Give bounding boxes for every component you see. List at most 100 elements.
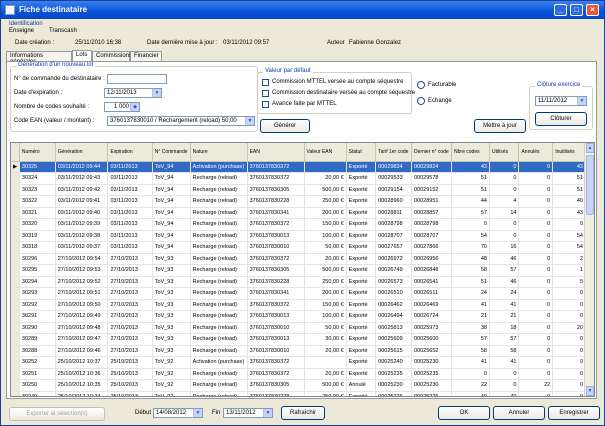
maximize-icon[interactable]: □ — [570, 4, 583, 16]
tab-informations[interactable]: Informations générales — [6, 51, 72, 65]
column-header[interactable]: Valeur EAN — [304, 143, 347, 162]
table-cell: 25/10/2013 — [107, 356, 153, 369]
column-header[interactable]: Dernier n° code — [411, 143, 453, 162]
table-row[interactable]: 30252 25/10/2012 10:37 25/10/2013 ToV_92 Act… — [11, 356, 586, 369]
table-cell: 3760137830372 — [247, 368, 305, 380]
expiration-dropdown-icon[interactable]: ▼ — [152, 89, 161, 97]
facturable-radio[interactable] — [417, 81, 425, 89]
table-row[interactable]: 30292 27/10/2012 09:50 27/10/2013 ToV_93 Rec… — [11, 299, 586, 311]
table-row[interactable]: 30290 27/10/2012 09:48 27/10/2013 ToV_93 Rec… — [11, 322, 586, 334]
table-row[interactable]: 30250 25/10/2012 10:35 25/10/2013 ToV_92 Rec… — [11, 379, 586, 392]
table-cell: 22 — [518, 379, 554, 392]
window-title: Fiche destinataire — [19, 5, 88, 14]
mettre-a-jour-button[interactable]: Mettre à jour — [474, 119, 526, 133]
table-cell: 25/10/2012 10:36 — [55, 368, 109, 380]
table-row[interactable]: 30323 03/11/2012 09:42 03/11/2013 ToV_94 Rec… — [11, 184, 586, 196]
column-header[interactable]: N° Commande — [152, 143, 191, 162]
table-cell: Recharge (reload) — [190, 172, 248, 185]
rafraichir-button[interactable]: Rafraîchir — [281, 406, 325, 420]
cloturer-button[interactable]: Clôturer — [535, 112, 587, 126]
column-header[interactable]: Numéro — [19, 143, 56, 162]
avance-checkbox[interactable] — [262, 101, 269, 108]
table-cell: Recharge (reload) — [190, 379, 248, 392]
fin-dropdown-icon[interactable]: ▼ — [263, 409, 272, 417]
identification-label: Identification — [9, 21, 43, 27]
table-row[interactable]: 30320 03/11/2012 09:39 03/11/2013 ToV_94 Rec… — [11, 218, 586, 231]
table-cell: 27/10/2012 09:52 — [55, 276, 109, 288]
table-row[interactable]: 30318 03/11/2012 09:37 03/11/2013 ToV_94 Rec… — [11, 241, 586, 254]
table-row[interactable]: 30322 03/11/2012 09:41 03/11/2013 ToV_94 Rec… — [11, 195, 586, 208]
minimize-icon[interactable]: _ — [554, 4, 567, 16]
table-cell: ToV_94 — [152, 218, 191, 231]
tab-financier[interactable]: Financier — [130, 51, 162, 61]
close-icon[interactable]: × — [586, 4, 599, 16]
table-cell: 51 — [451, 276, 490, 288]
scroll-down-icon[interactable]: ▼ — [586, 386, 594, 396]
table-row[interactable]: 30289 27/10/2012 09:47 27/10/2013 ToV_93 Rec… — [11, 333, 586, 346]
table-row[interactable]: 30291 27/10/2012 09:49 27/10/2013 ToV_93 Rec… — [11, 310, 586, 323]
column-header[interactable]: Annulés — [518, 143, 554, 162]
nombre-stepper[interactable]: 1 000 ◆ — [104, 102, 140, 112]
column-header[interactable]: Tarif 1er code — [375, 143, 412, 162]
table-cell: 150,00 € — [304, 299, 347, 311]
export-button[interactable]: Exporter la sélection(s) — [9, 407, 105, 421]
column-header[interactable]: Nature — [190, 143, 248, 162]
table-row[interactable]: 30293 27/10/2012 09:51 27/10/2013 ToV_93 Rec… — [11, 287, 586, 300]
table-row[interactable]: 30295 27/10/2012 09:53 27/10/2013 ToV_93 Rec… — [11, 264, 586, 277]
table-row[interactable]: 30288 27/10/2012 09:46 27/10/2013 ToV_93 Rec… — [11, 345, 586, 357]
scroll-thumb[interactable] — [586, 155, 594, 215]
commission-destinataire-checkbox[interactable] — [262, 90, 269, 97]
ean-dropdown-icon[interactable]: ▼ — [245, 117, 254, 125]
table-cell: Exporté — [346, 195, 377, 208]
table-cell: 03/11/2013 — [107, 195, 153, 208]
tab-lots[interactable]: Lots — [72, 50, 92, 61]
table-cell: 03/11/2013 — [107, 172, 153, 185]
table-row[interactable]: 30296 27/10/2012 09:54 27/10/2013 ToV_93 Rec… — [11, 253, 586, 265]
column-header[interactable]: EAN — [247, 143, 305, 162]
generer-button[interactable]: Générer — [260, 119, 310, 133]
column-header[interactable]: Génération — [55, 143, 109, 162]
table-row[interactable]: 30251 25/10/2012 10:36 25/10/2013 ToV_92 Rec… — [11, 368, 586, 380]
table-cell: 41 — [451, 299, 490, 311]
vertical-scrollbar[interactable]: ▲ ▼ — [584, 143, 594, 396]
tab-commissions[interactable]: Commissions — [92, 51, 132, 61]
enregistrer-button[interactable]: Enregistrer — [548, 406, 600, 420]
ean-select[interactable]: 3760137830010 / Rechargement (reload) 50… — [107, 116, 255, 126]
column-header[interactable]: Utilisés — [489, 143, 520, 162]
debut-date-picker[interactable]: 14/08/2012 ▼ — [153, 408, 203, 418]
annuler-button[interactable]: Annuler — [493, 406, 545, 420]
table-row[interactable]: ▶ 30325 03/11/2012 09:44 03/11/2013 ToV_94 Ac… — [11, 161, 586, 173]
avance-label: Avance faite par MTTEL — [272, 101, 337, 107]
table-row[interactable]: 30319 03/11/2012 09:38 03/11/2013 ToV_94 Rec… — [11, 230, 586, 242]
expiration-date-picker[interactable]: 12/11/2013 ▼ — [104, 88, 162, 98]
table-cell: 3760137830305 — [247, 379, 305, 392]
table-row[interactable]: 30249 25/10/2012 10:34 25/10/2013 ToV_92 Rec… — [11, 391, 586, 396]
scroll-up-icon[interactable]: ▲ — [586, 143, 594, 153]
window: Fiche destinataire _ □ × Identification … — [0, 0, 605, 426]
commande-input[interactable] — [107, 74, 167, 84]
table-row[interactable]: 30294 27/10/2012 09:52 27/10/2013 ToV_93 Rec… — [11, 276, 586, 288]
table-cell: 3760137830372 — [247, 172, 305, 185]
debut-dropdown-icon[interactable]: ▼ — [193, 409, 202, 417]
cloture-dropdown-icon[interactable]: ▼ — [577, 97, 586, 105]
echange-radio[interactable] — [417, 97, 425, 105]
column-header[interactable]: Nbre codes — [451, 143, 490, 162]
table-cell: 00025973 — [411, 322, 453, 334]
table-cell: 0 — [518, 230, 554, 242]
stepper-icon[interactable]: ◆ — [130, 103, 139, 111]
table-cell: 150,00 € — [304, 218, 347, 231]
column-header[interactable]: Expiration — [107, 143, 153, 162]
fin-date-picker[interactable]: 13/11/2012 ▼ — [223, 408, 273, 418]
table-cell: Exporté — [346, 276, 377, 288]
table-row[interactable]: 30324 03/11/2012 09:43 03/11/2013 ToV_94 Rec… — [11, 172, 586, 185]
column-header[interactable]: Inutilisés — [552, 143, 586, 162]
column-header[interactable]: Statut — [346, 143, 377, 162]
cloture-date-picker[interactable]: 11/11/2012 ▼ — [535, 96, 587, 106]
table-cell: 0 — [518, 345, 554, 357]
commission-mttel-checkbox[interactable] — [262, 79, 269, 86]
ok-button[interactable]: OK — [438, 406, 490, 420]
table-row[interactable]: 30321 03/11/2012 09:40 03/11/2013 ToV_94 Rec… — [11, 207, 586, 219]
table-cell: 24 — [489, 287, 520, 300]
table-cell: 0 — [552, 379, 586, 392]
table-cell: 3760137830372 — [247, 356, 305, 369]
